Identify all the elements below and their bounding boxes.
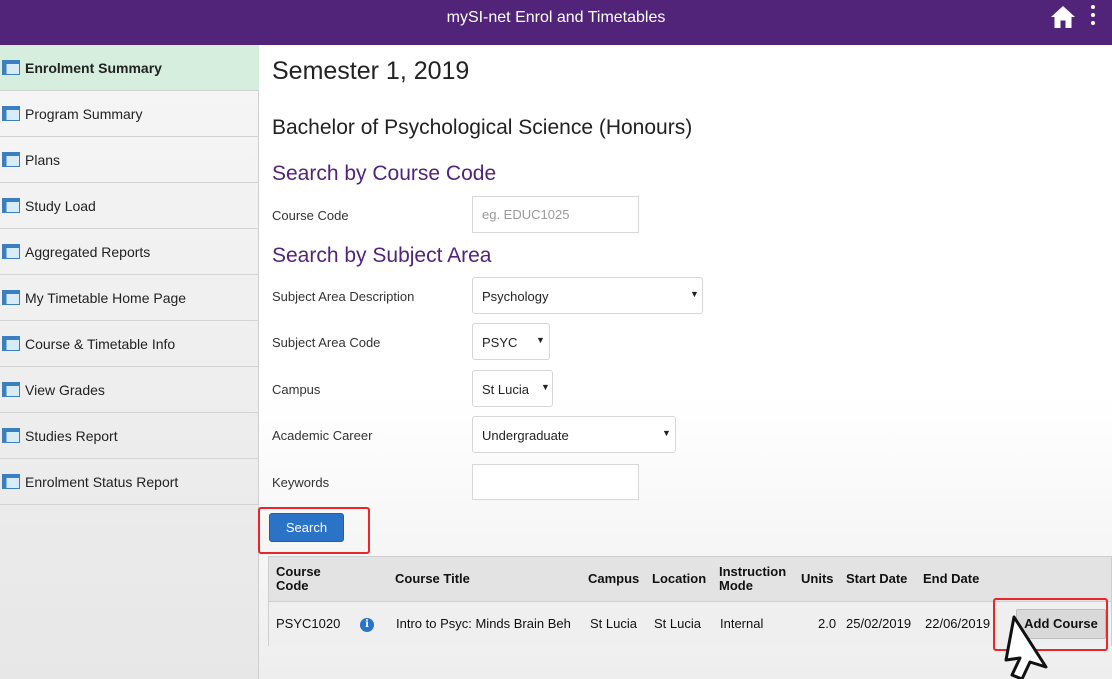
page-icon [2,382,20,397]
app-title: mySI-net Enrol and Timetables [446,9,666,26]
select-value: St Lucia [482,382,529,397]
results-table: Course Code Course Title Campus Location… [268,556,1112,646]
page-icon [2,428,20,443]
column-header-units: Units [801,571,834,586]
search-by-area-heading: Search by Subject Area [272,244,492,267]
table-header-row: Course Code Course Title Campus Location… [269,557,1111,602]
sidebar-item-label: Enrolment Status Report [25,474,179,490]
subject-area-code-label: Subject Area Code [272,335,381,350]
sidebar-item-label: View Grades [25,382,105,398]
program-title: Bachelor of Psychological Science (Honou… [272,116,693,139]
page-icon [2,290,20,305]
sidebar-item-label: Program Summary [25,106,143,122]
sidebar-item-plans[interactable]: Plans [0,137,259,183]
more-vertical-icon[interactable] [1086,2,1100,32]
cell-units: 2.0 [818,616,837,631]
sidebar-item-program-summary[interactable]: Program Summary [0,91,259,137]
sidebar-item-course-timetable-info[interactable]: Course & Timetable Info [0,321,259,367]
select-value: Undergraduate [482,428,569,443]
sidebar-item-aggregated-reports[interactable]: Aggregated Reports [0,229,259,275]
keywords-input[interactable] [472,464,639,500]
column-header-location: Location [652,571,707,586]
cell-end-date: 22/06/2019 [925,616,991,631]
header-line: Instruction [719,564,787,579]
sidebar-item-label: Plans [25,152,61,168]
dropdown-caret-icon: ▼ [541,382,550,392]
page-icon [2,474,20,489]
highlight-box-search [258,507,370,554]
academic-career-label: Academic Career [272,428,373,443]
page-icon [2,198,20,213]
header-line: Mode [719,578,753,593]
sidebar-item-label: Study Load [25,198,96,214]
header-line: Code [276,578,309,593]
column-header-course-code: Course Code [276,565,321,593]
page-icon [2,152,20,167]
select-value: PSYC [482,335,518,350]
course-code-input[interactable] [472,196,639,233]
mouse-cursor-icon [1004,615,1048,679]
home-icon[interactable] [1050,4,1076,30]
table-row: PSYC1020 i Intro to Psyc: Minds Brain Be… [269,602,1111,646]
page-icon [2,60,20,75]
sidebar: Enrolment Summary Program Summary Plans … [0,45,259,679]
cell-location: St Lucia [654,616,701,631]
column-header-campus: Campus [588,571,640,586]
dropdown-caret-icon: ▼ [690,289,699,299]
column-header-start-date: Start Date [846,571,908,586]
header-line: Course [276,564,321,579]
cell-course-title: Intro to Psyc: Minds Brain Beh [396,616,571,631]
sidebar-item-enrolment-status-report[interactable]: Enrolment Status Report [0,459,259,505]
subject-area-code-select[interactable]: PSYC ▼ [472,323,550,360]
column-header-end-date: End Date [923,571,980,586]
top-bar: mySI-net Enrol and Timetables [0,0,1112,45]
dropdown-caret-icon: ▼ [662,428,671,438]
sidebar-item-study-load[interactable]: Study Load [0,183,259,229]
campus-label: Campus [272,382,321,397]
cell-start-date: 25/02/2019 [846,616,912,631]
sidebar-item-view-grades[interactable]: View Grades [0,367,259,413]
sidebar-item-enrolment-summary[interactable]: Enrolment Summary [0,45,259,91]
cell-instruction-mode: Internal [720,616,764,631]
campus-select[interactable]: St Lucia ▼ [472,370,553,407]
select-value: Psychology [482,289,549,304]
page-title: Semester 1, 2019 [272,57,470,85]
column-header-course-title: Course Title [395,571,470,586]
column-header-instruction-mode: Instruction Mode [719,565,786,593]
sidebar-item-label: Studies Report [25,428,118,444]
subject-area-description-label: Subject Area Description [272,289,415,304]
search-by-code-heading: Search by Course Code [272,162,497,185]
sidebar-item-label: Aggregated Reports [25,244,151,260]
sidebar-item-label: Course & Timetable Info [25,336,176,352]
info-icon[interactable]: i [360,618,374,632]
sidebar-item-label: Enrolment Summary [25,60,162,76]
main-content: Semester 1, 2019 Bachelor of Psychologic… [259,45,1112,679]
course-code-label: Course Code [272,208,349,223]
dropdown-caret-icon: ▼ [536,335,545,345]
sidebar-item-label: My Timetable Home Page [25,290,187,306]
page-icon [2,106,20,121]
cell-campus: St Lucia [590,616,637,631]
page-icon [2,336,20,351]
sidebar-item-my-timetable[interactable]: My Timetable Home Page [0,275,259,321]
cell-course-code: PSYC1020 [276,616,341,631]
sidebar-item-studies-report[interactable]: Studies Report [0,413,259,459]
subject-area-description-select[interactable]: Psychology ▼ [472,277,703,314]
academic-career-select[interactable]: Undergraduate ▼ [472,416,676,453]
keywords-label: Keywords [272,475,330,490]
page-icon [2,244,20,259]
